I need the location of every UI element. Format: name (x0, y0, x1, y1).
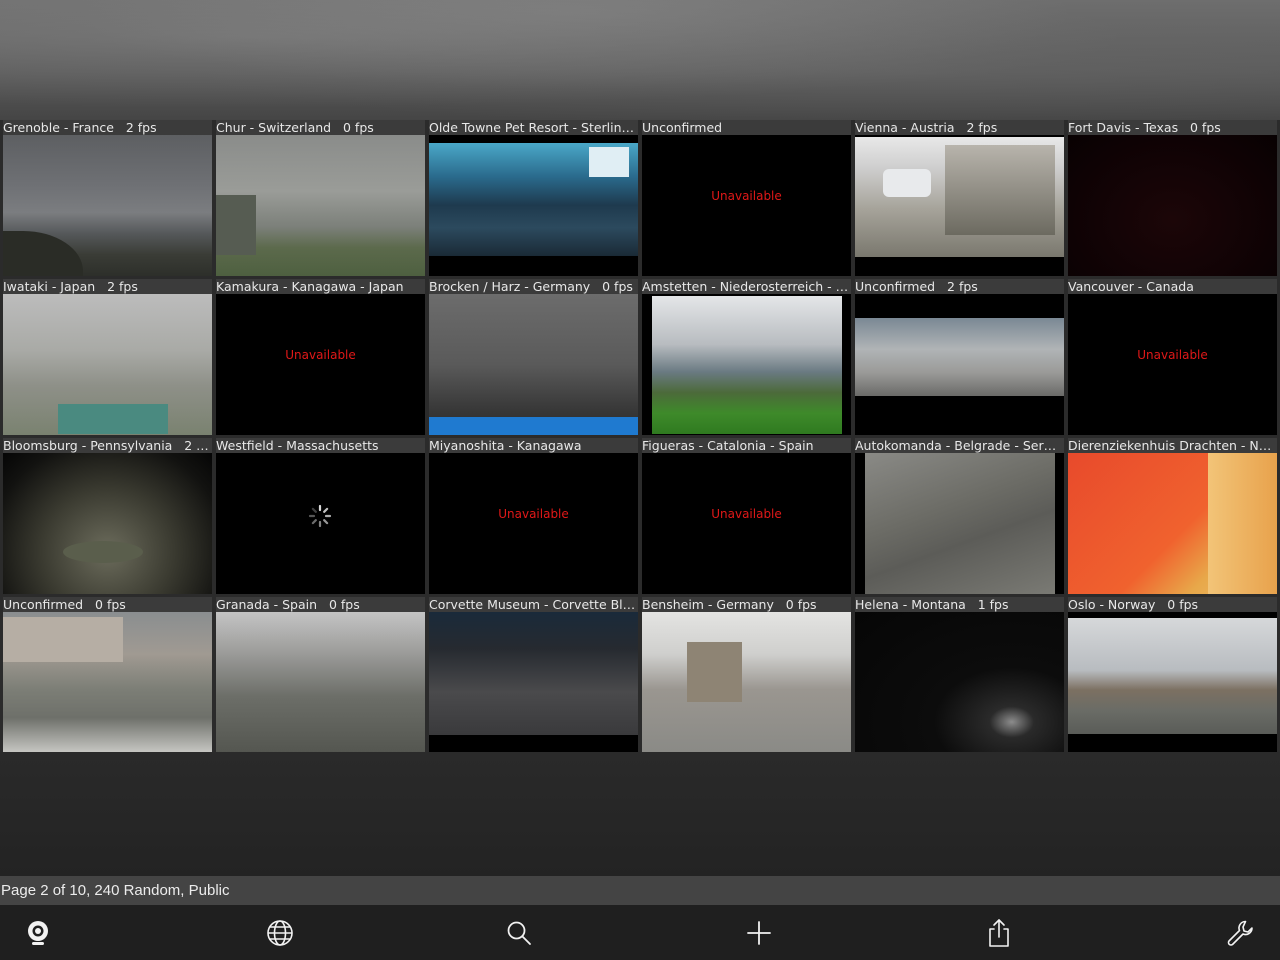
camera-tile[interactable]: Oslo - Norway 0 fps (1068, 597, 1277, 753)
search-icon[interactable] (501, 915, 537, 951)
camera-feed (855, 612, 1064, 753)
wrench-icon[interactable] (1222, 915, 1258, 951)
loading-spinner-icon (308, 504, 332, 528)
camera-tile[interactable]: Bensheim - Germany 0 fps (642, 597, 851, 753)
header-background (0, 0, 1280, 120)
camera-tile[interactable]: Grenoble - France 2 fps (3, 120, 212, 276)
webcam-icon[interactable] (20, 915, 56, 951)
camera-label: Unconfirmed (642, 120, 851, 135)
camera-label: Oslo - Norway 0 fps (1068, 597, 1277, 612)
empty-area-background (0, 752, 1280, 876)
camera-label: Dierenziekenhuis Drachten - Net... (1068, 438, 1277, 453)
camera-label: Brocken / Harz - Germany 0 fps (429, 279, 638, 294)
camera-feed (1068, 612, 1277, 753)
camera-label: Autokomanda - Belgrade - Serbi... (855, 438, 1064, 453)
camera-tile[interactable]: Figueras - Catalonia - Spain Unavailable (642, 438, 851, 594)
camera-tile[interactable]: Vienna - Austria 2 fps (855, 120, 1064, 276)
camera-label: Helena - Montana 1 fps (855, 597, 1064, 612)
camera-label: Unconfirmed 0 fps (3, 597, 212, 612)
camera-label: Granada - Spain 0 fps (216, 597, 425, 612)
camera-feed (855, 294, 1064, 435)
camera-tile[interactable]: Unconfirmed Unavailable (642, 120, 851, 276)
camera-label: Iwataki - Japan 2 fps (3, 279, 212, 294)
camera-tile[interactable]: Granada - Spain 0 fps (216, 597, 425, 753)
unavailable-text: Unavailable (711, 189, 782, 203)
camera-feed: Unavailable (642, 135, 851, 276)
camera-tile[interactable]: Autokomanda - Belgrade - Serbi... (855, 438, 1064, 594)
camera-feed (642, 294, 851, 435)
camera-tile[interactable]: Unconfirmed 0 fps (3, 597, 212, 753)
camera-label: Kamakura - Kanagawa - Japan (216, 279, 425, 294)
bottom-toolbar (0, 905, 1280, 960)
camera-feed (429, 294, 638, 435)
camera-tile[interactable]: Dierenziekenhuis Drachten - Net... (1068, 438, 1277, 594)
unavailable-text: Unavailable (1137, 348, 1208, 362)
camera-tile[interactable]: Olde Towne Pet Resort - Sterling... (429, 120, 638, 276)
globe-icon[interactable] (262, 915, 298, 951)
camera-feed (1068, 453, 1277, 594)
camera-label: Bloomsburg - Pennsylvania 2 fps (3, 438, 212, 453)
camera-feed (855, 453, 1064, 594)
camera-feed (216, 453, 425, 594)
camera-tile[interactable]: Bloomsburg - Pennsylvania 2 fps (3, 438, 212, 594)
camera-feed (3, 612, 212, 753)
share-icon[interactable] (981, 915, 1017, 951)
page-status-bar: Page 2 of 10, 240 Random, Public (0, 876, 1280, 905)
unavailable-text: Unavailable (498, 507, 569, 521)
camera-tile[interactable]: Miyanoshita - Kanagawa Unavailable (429, 438, 638, 594)
camera-feed (642, 612, 851, 753)
camera-label: Olde Towne Pet Resort - Sterling... (429, 120, 638, 135)
camera-label: Figueras - Catalonia - Spain (642, 438, 851, 453)
camera-label: Bensheim - Germany 0 fps (642, 597, 851, 612)
camera-feed (3, 135, 212, 276)
camera-tile[interactable]: Vancouver - Canada Unavailable (1068, 279, 1277, 435)
camera-feed (216, 135, 425, 276)
camera-feed (3, 294, 212, 435)
camera-feed (1068, 135, 1277, 276)
camera-label: Vancouver - Canada (1068, 279, 1277, 294)
camera-label: Fort Davis - Texas 0 fps (1068, 120, 1277, 135)
camera-label: Grenoble - France 2 fps (3, 120, 212, 135)
camera-label: Vienna - Austria 2 fps (855, 120, 1064, 135)
unavailable-text: Unavailable (711, 507, 782, 521)
camera-tile[interactable]: Chur - Switzerland 0 fps (216, 120, 425, 276)
camera-feed: Unavailable (642, 453, 851, 594)
camera-tile[interactable]: Westfield - Massachusetts (216, 438, 425, 594)
camera-tile[interactable]: Corvette Museum - Corvette Blv... (429, 597, 638, 753)
camera-tile[interactable]: Helena - Montana 1 fps (855, 597, 1064, 753)
camera-tile[interactable]: Kamakura - Kanagawa - Japan Unavailable (216, 279, 425, 435)
camera-label: Westfield - Massachusetts (216, 438, 425, 453)
camera-feed (429, 612, 638, 753)
camera-label: Unconfirmed 2 fps (855, 279, 1064, 294)
camera-label: Miyanoshita - Kanagawa (429, 438, 638, 453)
camera-label: Amstetten - Niederosterreich - A... (642, 279, 851, 294)
plus-icon[interactable] (741, 915, 777, 951)
camera-feed (429, 135, 638, 276)
camera-label: Chur - Switzerland 0 fps (216, 120, 425, 135)
camera-feed: Unavailable (429, 453, 638, 594)
camera-grid: Grenoble - France 2 fps Chur - Switzerla… (0, 120, 1279, 753)
camera-tile[interactable]: Iwataki - Japan 2 fps (3, 279, 212, 435)
camera-label: Corvette Museum - Corvette Blv... (429, 597, 638, 612)
camera-tile[interactable]: Amstetten - Niederosterreich - A... (642, 279, 851, 435)
camera-feed: Unavailable (1068, 294, 1277, 435)
camera-tile[interactable]: Unconfirmed 2 fps (855, 279, 1064, 435)
camera-feed (855, 135, 1064, 276)
camera-feed: Unavailable (216, 294, 425, 435)
camera-tile[interactable]: Brocken / Harz - Germany 0 fps (429, 279, 638, 435)
camera-tile[interactable]: Fort Davis - Texas 0 fps (1068, 120, 1277, 276)
camera-feed (216, 612, 425, 753)
unavailable-text: Unavailable (285, 348, 356, 362)
camera-feed (3, 453, 212, 594)
